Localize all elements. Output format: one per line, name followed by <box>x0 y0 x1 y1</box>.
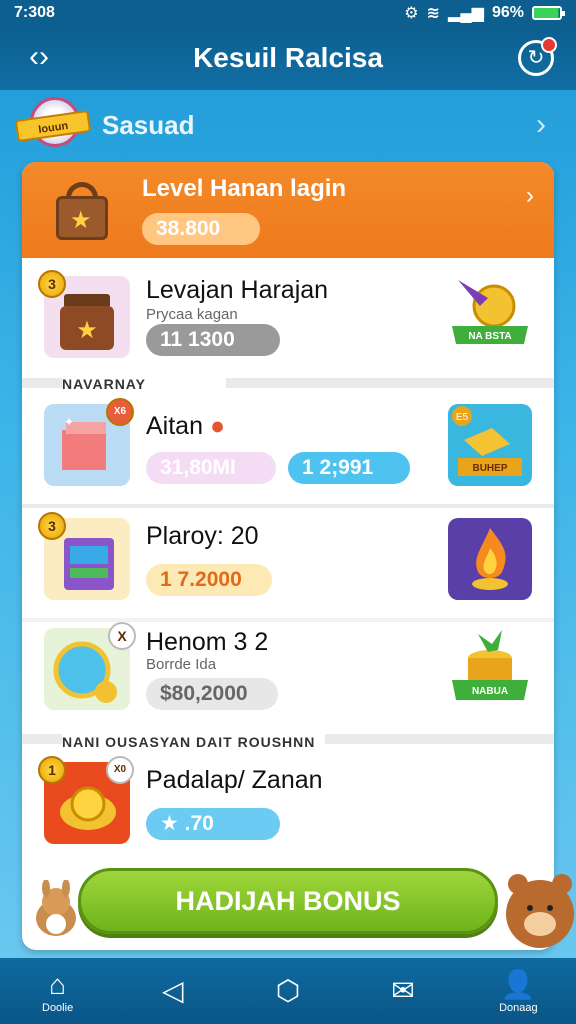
svg-text:✦: ✦ <box>64 415 74 429</box>
jar-thumbnail: ★ 3 <box>38 270 130 358</box>
art-label: NABUA <box>472 686 508 697</box>
fire-coin-icon <box>448 518 532 600</box>
reward-row[interactable]: ★ 3 Levajan Harajan Prycaa kagan 11 1300… <box>22 258 554 378</box>
row-value: 11 1300 <box>146 324 280 356</box>
reward-row[interactable]: 1 X0 Padalap/ Zanan ★ .70 <box>22 752 554 862</box>
chevron-right-icon: › <box>536 108 546 141</box>
row-value: 31,80MI <box>146 452 276 484</box>
nav-label: Doolie <box>42 1002 74 1014</box>
reward-row[interactable]: X Henom 3 2 Borrde Ida $80,2000 NABUA <box>22 622 554 734</box>
nav-map[interactable]: ⬡ <box>248 974 328 1008</box>
art-badge: E5 <box>456 412 469 423</box>
rewards-card: ★ Level Hanan lagin 38.800 › ★ 3 Levajan… <box>22 162 554 950</box>
map-icon: ⬡ <box>275 975 301 1006</box>
status-bar: 7:308 ⚙ ≋ ▂▄▆ 96% <box>0 0 576 26</box>
featured-title: Level Hanan lagin <box>142 175 347 202</box>
close-badge: X <box>108 622 136 650</box>
settings-icon: ⚙ <box>404 5 419 22</box>
system-icons: ⚙ ≋ ▂▄▆ 96% <box>404 3 565 23</box>
coin-badge: 3 <box>38 270 66 298</box>
category-badge-icon: Iouun <box>14 97 92 153</box>
row-value-secondary: 1 2;991 <box>288 452 410 484</box>
multiplier-badge: X6 <box>106 398 134 426</box>
category-badge-text: Iouun <box>14 109 92 143</box>
row-subtitle: Borrde Ida <box>146 656 217 673</box>
featured-value: 38.800 <box>142 213 260 245</box>
back-button[interactable]: ‹› <box>22 42 56 76</box>
row-value: $80,2000 <box>146 678 278 710</box>
row-subtitle: Prycaa kagan <box>146 306 238 323</box>
row-title: Padalap/ Zanan <box>146 766 323 794</box>
nav-label: Donaag <box>499 1002 538 1014</box>
chest-thumbnail: 3 <box>38 512 130 600</box>
bear-mascot-icon <box>490 866 576 960</box>
reward-row[interactable]: 3 Plaroy: 20 1 7.2000 <box>22 508 554 618</box>
home-icon: ⌂ <box>49 969 67 1000</box>
mail-icon: ✉ <box>391 975 415 1006</box>
battery-icon <box>532 6 565 20</box>
row-title: Plaroy: 20 <box>146 522 259 550</box>
chevron-right-icon: › <box>526 182 534 209</box>
signal-icon: ▂▄▆ <box>448 5 484 22</box>
app-header: ‹› Kesuil Ralcisa ↻ <box>0 26 576 90</box>
row-value: ★ .70 <box>146 808 280 840</box>
nav-profile[interactable]: 👤 Donaag <box>478 968 558 1014</box>
svg-text:★: ★ <box>76 317 98 344</box>
wifi-icon: ≋ <box>426 5 441 22</box>
cards-prize-icon: E5 BUHEP <box>448 404 532 486</box>
page-title: Kesuil Ralcisa <box>193 42 383 73</box>
kangaroo-mascot-icon <box>30 879 82 938</box>
nav-mail[interactable]: ✉ <box>363 974 443 1008</box>
gift-box-thumbnail: ✦ X6 <box>44 398 134 486</box>
section-label: NAVARNAY <box>62 376 226 392</box>
refresh-icon: ↻ <box>527 47 545 69</box>
multiplier-badge: X0 <box>106 756 134 784</box>
coin-badge: 3 <box>38 512 66 540</box>
status-time: 7:308 <box>14 4 55 21</box>
row-value: 1 7.2000 <box>146 564 272 596</box>
bottom-nav: ⌂ Doolie ◁ ⬡ ✉ 👤 Donaag <box>0 958 576 1024</box>
battery-label: 96% <box>491 4 524 21</box>
category-bar[interactable]: Iouun Sasuad › <box>14 96 560 154</box>
art-label: BUHEP <box>472 463 507 474</box>
nav-home[interactable]: ⌂ Doolie <box>18 968 98 1014</box>
bonus-button[interactable]: HADIJAH BONUS <box>78 868 498 934</box>
treasure-bag-icon: ★ <box>52 180 118 240</box>
coin-badge: 1 <box>38 756 66 784</box>
row-title: Levajan Harajan <box>146 276 329 304</box>
notification-dot-icon <box>541 37 557 53</box>
section-label: NANI OUSASYAN DAIT ROUSHNN <box>62 734 326 750</box>
coin-bubble-thumbnail: X <box>44 622 136 710</box>
profile-icon: 👤 <box>500 969 536 1000</box>
back-arrow-icon: ‹› <box>29 40 49 73</box>
coin-stack-icon: NABUA <box>448 628 532 710</box>
row-title: Henom 3 2 <box>146 628 269 656</box>
rocket-coin-icon: NA BSTA <box>448 272 532 354</box>
coin-pile-thumbnail: 1 X0 <box>38 756 134 844</box>
triangle-back-icon: ◁ <box>162 975 184 1006</box>
location-pin-icon: ● <box>209 412 226 440</box>
featured-reward[interactable]: ★ Level Hanan lagin 38.800 › <box>22 162 554 258</box>
art-label: NA BSTA <box>468 331 511 342</box>
reward-row[interactable]: ✦ X6 Aitan ● 31,80MI 1 2;991 E5 BUHEP <box>22 394 554 504</box>
nav-back[interactable]: ◁ <box>133 974 213 1008</box>
refresh-button[interactable]: ↻ <box>518 37 557 76</box>
row-title: Aitan ● <box>146 412 226 440</box>
category-label: Sasuad <box>102 109 195 140</box>
